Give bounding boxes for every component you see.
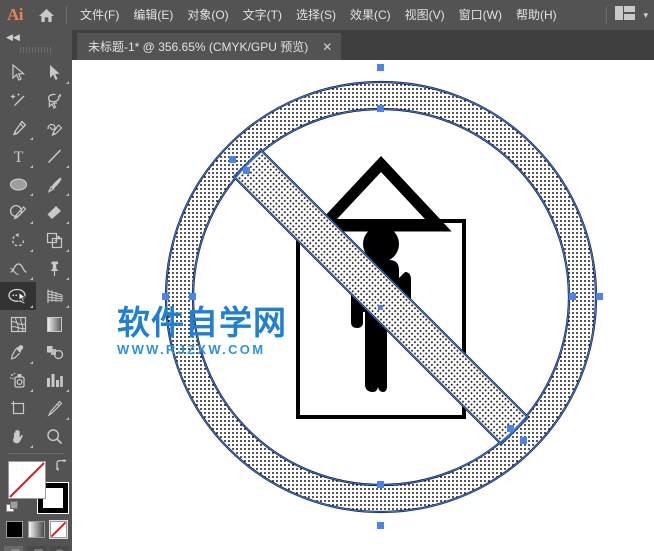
menu-help[interactable]: 帮助(H)	[509, 0, 564, 30]
menubar-divider	[66, 6, 67, 24]
draw-behind-mode[interactable]	[26, 546, 46, 551]
tool-flyout-indicator	[30, 221, 33, 224]
workspace-switcher-icon[interactable]	[615, 5, 636, 25]
tool-flyout-indicator	[66, 165, 69, 168]
tool-flyout-indicator	[30, 445, 33, 448]
tool-flyout-indicator	[30, 193, 33, 196]
tool-flyout-indicator	[66, 193, 69, 196]
tool-flyout-indicator	[30, 249, 33, 252]
menu-window[interactable]: 窗口(W)	[452, 0, 509, 30]
pen-tool[interactable]	[0, 114, 36, 142]
close-icon[interactable]: ✕	[322, 41, 332, 53]
app-logo-icon: Ai	[7, 5, 24, 24]
selection-tool[interactable]	[0, 58, 36, 86]
tool-flyout-indicator	[30, 165, 33, 168]
tool-list: T	[0, 56, 72, 450]
paintbrush-tool[interactable]	[36, 170, 72, 198]
slice-tool[interactable]	[36, 394, 72, 422]
color-mode-flat[interactable]	[5, 521, 23, 538]
swap-fill-stroke-icon[interactable]	[55, 459, 68, 474]
line-segment-tool[interactable]	[36, 142, 72, 170]
tool-flyout-indicator	[66, 81, 69, 84]
menu-file[interactable]: 文件(F)	[73, 0, 126, 30]
menu-object[interactable]: 对象(O)	[180, 0, 235, 30]
menu-edit[interactable]: 编辑(E)	[126, 0, 180, 30]
tool-flyout-indicator	[30, 137, 33, 140]
direct-selection-tool[interactable]	[36, 58, 72, 86]
tool-flyout-indicator	[30, 389, 33, 392]
toolpanel-divider	[8, 453, 64, 454]
magic-wand-tool[interactable]	[0, 86, 36, 114]
scale-tool[interactable]	[36, 226, 72, 254]
menu-type[interactable]: 文字(T)	[236, 0, 289, 30]
mesh-tool[interactable]	[0, 310, 36, 338]
rotate-tool[interactable]	[0, 226, 36, 254]
draw-normal-mode[interactable]	[3, 546, 23, 551]
eraser-tool[interactable]	[36, 198, 72, 226]
workspace-divider	[606, 6, 608, 24]
type-tool[interactable]: T	[0, 142, 36, 170]
document-tab-bar: 未标题-1* @ 356.65% (CMYK/GPU 预览) ✕	[72, 30, 654, 60]
gradient-tool[interactable]	[36, 310, 72, 338]
shaper-tool[interactable]	[0, 198, 36, 226]
tool-flyout-indicator	[66, 249, 69, 252]
fill-swatch[interactable]	[8, 461, 46, 499]
tool-flyout-indicator	[66, 417, 69, 420]
free-transform-tool[interactable]	[36, 254, 72, 282]
tool-flyout-indicator	[66, 221, 69, 224]
eyedropper-tool[interactable]	[0, 338, 36, 366]
blend-tool[interactable]	[36, 338, 72, 366]
ellipse-tool[interactable]	[0, 170, 36, 198]
curvature-tool[interactable]	[36, 114, 72, 142]
workspace-area: ▾	[606, 0, 648, 30]
svg-text:T: T	[13, 149, 23, 165]
tool-flyout-indicator	[30, 277, 33, 280]
document-tab[interactable]: 未标题-1* @ 356.65% (CMYK/GPU 预览) ✕	[77, 33, 342, 60]
panel-drag-handle[interactable]	[0, 44, 72, 56]
zoom-tool[interactable]	[36, 422, 72, 450]
chevron-down-icon[interactable]: ▾	[643, 10, 648, 21]
tool-flyout-indicator	[30, 305, 33, 308]
tool-flyout-indicator	[66, 305, 69, 308]
perspective-grid-tool[interactable]	[36, 282, 72, 310]
width-tool[interactable]	[0, 254, 36, 282]
menu-effect[interactable]: 效果(C)	[343, 0, 398, 30]
menu-view[interactable]: 视图(V)	[398, 0, 452, 30]
column-graph-tool[interactable]	[36, 366, 72, 394]
color-mode-gradient[interactable]	[27, 521, 45, 538]
home-icon[interactable]	[30, 0, 62, 30]
menu-bar: Ai 文件(F) 编辑(E) 对象(O) 文字(T) 选择(S) 效果(C) 视…	[0, 0, 654, 30]
tool-flyout-indicator	[66, 277, 69, 280]
tools-panel: ◀◀ T	[0, 30, 72, 551]
collapse-panel-icon[interactable]: ◀◀	[0, 30, 72, 44]
hand-tool[interactable]	[0, 422, 36, 450]
tool-flyout-indicator	[66, 389, 69, 392]
none-slash-icon	[9, 462, 45, 498]
document-canvas[interactable]: 软件自学网 WWW.RJZXW.COM	[72, 60, 654, 551]
lasso-tool[interactable]	[36, 86, 72, 114]
illustrator-window: Ai 文件(F) 编辑(E) 对象(O) 文字(T) 选择(S) 效果(C) 视…	[0, 0, 654, 551]
symbol-sprayer-tool[interactable]	[0, 366, 36, 394]
shape-builder-tool[interactable]	[0, 282, 36, 310]
document-tab-title: 未标题-1* @ 356.65% (CMYK/GPU 预览)	[88, 40, 309, 54]
tool-flyout-indicator	[30, 361, 33, 364]
menu-items: 文件(F) 编辑(E) 对象(O) 文字(T) 选择(S) 效果(C) 视图(V…	[73, 0, 564, 30]
menu-select[interactable]: 选择(S)	[289, 0, 343, 30]
draw-mode-buttons	[0, 543, 72, 551]
default-fill-stroke-icon[interactable]	[6, 501, 20, 515]
artwork-no-elevator-sign[interactable]	[72, 60, 654, 551]
color-mode-none[interactable]	[48, 520, 68, 539]
artboard-tool[interactable]	[0, 394, 36, 422]
draw-inside-mode[interactable]	[49, 546, 69, 551]
color-mode-buttons	[0, 519, 72, 543]
fill-stroke-controls	[0, 457, 72, 519]
